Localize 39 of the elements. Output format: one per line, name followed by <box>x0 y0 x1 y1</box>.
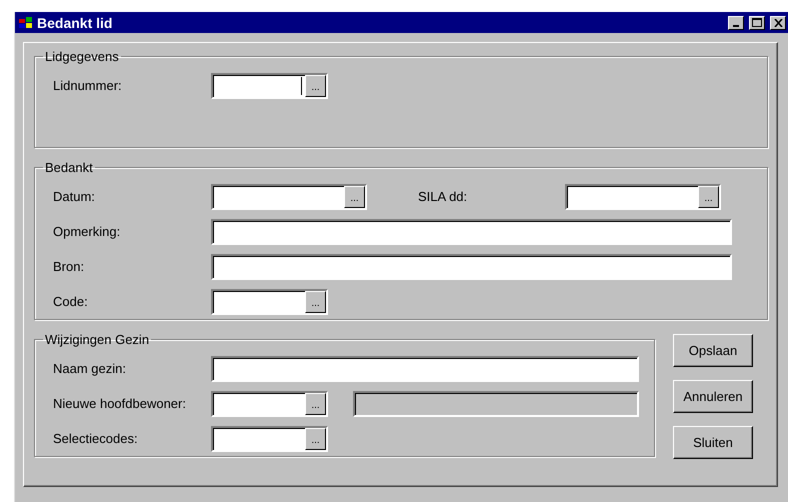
group-title: Wijzigingen Gezin <box>44 332 150 347</box>
maximize-button[interactable] <box>749 16 765 30</box>
lookup-field[interactable]: ... <box>211 426 328 452</box>
text-field[interactable] <box>211 356 639 382</box>
browse-button[interactable]: ... <box>305 290 326 312</box>
text-field[interactable] <box>211 254 732 280</box>
field-label: Datum: <box>53 189 96 204</box>
field-label: Lidnummer: <box>53 78 123 93</box>
lookup-field[interactable]: ... <box>565 184 721 210</box>
browse-button[interactable]: ... <box>305 428 326 450</box>
minimize-icon <box>733 24 739 26</box>
group-title: Bedankt <box>44 160 94 175</box>
lookup-field[interactable]: ... <box>211 184 367 210</box>
dialog-button[interactable]: Sluiten <box>673 426 753 459</box>
field-label: Bron: <box>53 259 86 274</box>
lookup-field[interactable]: ... <box>211 288 328 314</box>
browse-button[interactable]: ... <box>305 392 326 414</box>
browse-button[interactable]: ... <box>305 74 326 96</box>
dialog-button[interactable]: Annuleren <box>673 380 753 413</box>
maximize-icon <box>752 18 762 27</box>
close-button[interactable] <box>770 16 786 30</box>
dialog-button[interactable]: Opslaan <box>673 334 753 367</box>
text-field[interactable] <box>211 218 732 244</box>
field-label: Naam gezin: <box>53 361 127 376</box>
field-label: SILA dd: <box>418 189 468 204</box>
field-label: Code: <box>53 294 89 309</box>
field-label: Nieuwe hoofdbewoner: <box>53 396 187 411</box>
field-label: Opmerking: <box>53 224 122 239</box>
text-cursor <box>301 76 302 94</box>
browse-button[interactable]: ... <box>344 186 365 208</box>
browse-button[interactable]: ... <box>698 186 719 208</box>
close-icon <box>774 18 782 26</box>
lookup-field[interactable]: ... <box>211 390 328 416</box>
app-icon <box>18 16 34 30</box>
minimize-button[interactable] <box>728 16 744 30</box>
lookup-field[interactable]: ... <box>211 72 328 98</box>
window-title: Bedankt lid <box>37 14 114 30</box>
field-label: Selectiecodes: <box>53 431 139 446</box>
group-title: Lidgegevens <box>44 49 120 64</box>
